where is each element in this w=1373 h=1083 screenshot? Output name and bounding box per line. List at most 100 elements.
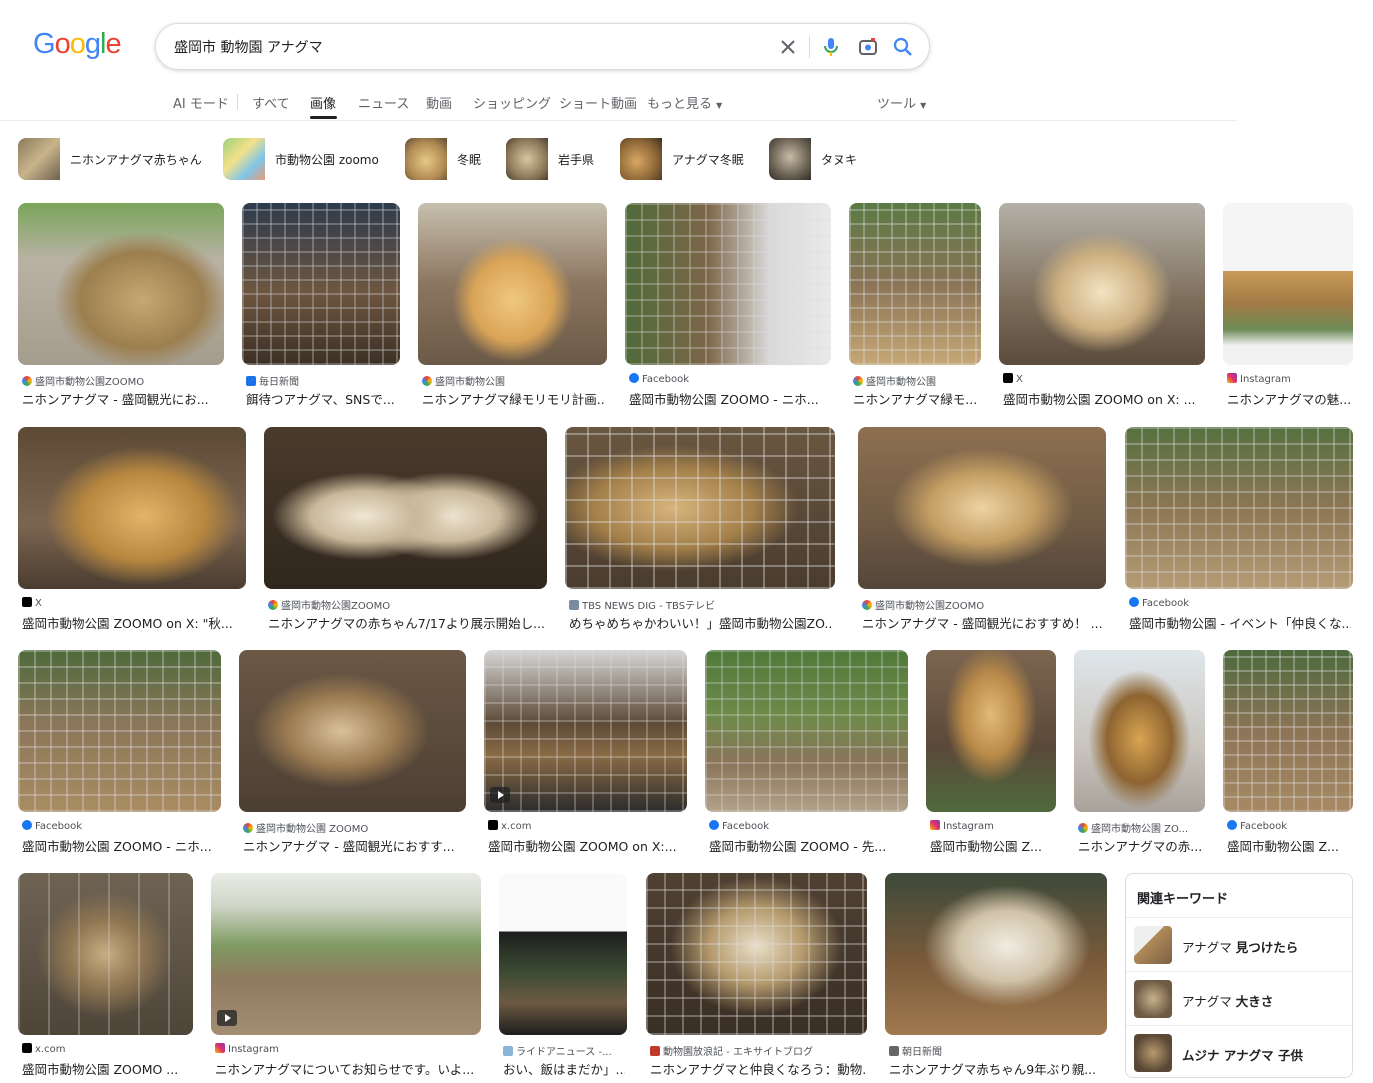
chip-suggestion[interactable]: ニホンアナグマ赤ちゃん [18,138,216,180]
result-thumbnail [484,650,687,812]
chip-thumbnail [18,138,60,180]
image-result[interactable]: Instagram ニホンアナグマについてお知らせです。いよ... [211,873,481,1078]
result-source-label: Instagram [943,821,994,832]
related-keyword-item[interactable]: アナグマ 大きさ [1126,971,1352,1025]
image-result[interactable]: 盛岡市動物公園ZOOMO ニホンアナグマ - 盛岡観光にお... [18,203,224,408]
result-thumbnail [242,203,400,365]
site-favicon [503,1046,513,1056]
site-favicon [22,376,32,386]
related-keyword-item[interactable]: ムジナ アナグマ 子供 [1126,1025,1352,1077]
chip-suggestion[interactable]: 冬眠 [405,138,496,180]
image-result[interactable]: X 盛岡市動物公園 ZOOMO on X: "秋... [18,427,246,632]
related-keyword-text: アナグマ 見つけたら [1182,937,1298,956]
tools-button[interactable]: ツール ▼ [877,93,926,112]
related-keyword-item[interactable]: アナグマ 見つけたら [1126,917,1352,971]
image-result[interactable]: 盛岡市動物公園 ZOOMO ニホンアナグマ - 盛岡観光におすす... [239,650,466,855]
result-source: 朝日新聞 [889,1043,1105,1058]
image-result[interactable]: x.com 盛岡市動物公園 ZOOMO ... [18,873,193,1078]
result-thumbnail [18,203,224,365]
image-result[interactable]: Facebook 盛岡市動物公園 ZOOMO - ニホ... [18,650,221,855]
image-result[interactable]: Facebook 盛岡市動物公園 Z... [1223,650,1353,855]
result-source: 毎日新聞 [246,373,398,388]
result-source-label: Instagram [1240,374,1291,385]
result-thumbnail [1125,427,1353,589]
clear-icon[interactable] [776,35,800,59]
chip-thumbnail [620,138,662,180]
result-source: Instagram [1227,373,1351,385]
image-result[interactable]: Facebook 盛岡市動物公園 ZOOMO - 先... [705,650,908,855]
result-source-label: 朝日新聞 [902,1047,942,1058]
image-result[interactable]: 盛岡市動物公園 ニホンアナグマ緑モリモリ計画... [418,203,607,408]
result-source: x.com [488,820,685,832]
result-title: 盛岡市動物公園 ZOOMO - ニホ... [22,839,212,854]
image-result[interactable]: 盛岡市動物公園 ZO... ニホンアナグマの赤... [1074,650,1205,855]
image-result[interactable]: 朝日新聞 ニホンアナグマ赤ちゃん9年ぶり親... [885,873,1107,1078]
image-result[interactable]: x.com 盛岡市動物公園 ZOOMO on X:... [484,650,687,855]
image-result[interactable]: TBS NEWS DIG - TBSテレビ めちゃめちゃかわいい！」盛岡市動物公… [565,427,835,632]
image-result[interactable]: Facebook 盛岡市動物公園 ZOOMO - ニホ... [625,203,831,408]
image-result[interactable]: ライドアニュース -... おい、飯はまだか」... [499,873,627,1078]
result-source-label: X [35,598,42,609]
result-source: Instagram [930,820,1054,832]
image-result[interactable]: 盛岡市動物公園ZOOMO ニホンアナグマ - 盛岡観光におすすめ！ ... [858,427,1106,632]
tab-all[interactable]: すべて [252,93,290,112]
instagram-icon [215,1043,225,1053]
tools-label: ツール [877,97,917,112]
tab-ai-mode[interactable]: AI モード [173,93,229,112]
result-title: ニホンアナグマ緑モ... [853,392,978,407]
chip-suggestion[interactable]: 岩手県 [506,138,609,180]
result-source-label: x.com [35,1044,66,1055]
chip-label: 岩手県 [558,152,595,167]
image-result[interactable]: 盛岡市動物公園ZOOMO ニホンアナグマの赤ちゃん7/17より展示開始し... [264,427,547,632]
result-title: ニホンアナグマ - 盛岡観光におすす... [243,839,455,854]
result-source-label: Facebook [35,821,82,832]
result-title: ニホンアナグマの赤... [1078,839,1203,854]
result-thumbnail [926,650,1056,812]
related-keywords-title: 関連キーワード [1137,892,1229,907]
search-input[interactable]: 盛岡市 動物園 アナグマ [174,37,323,57]
result-title: 盛岡市動物公園 ZOOMO ... [22,1062,179,1077]
keyword-prefix: アナグマ [1182,994,1236,1009]
image-result[interactable]: X 盛岡市動物公園 ZOOMO on X: ... [999,203,1205,408]
image-result[interactable]: Facebook 盛岡市動物公園 - イベント「仲良くな... [1125,427,1353,632]
image-result[interactable]: Instagram 盛岡市動物公園 Z... [926,650,1056,855]
facebook-icon [22,820,32,830]
result-thumbnail [1223,650,1353,812]
image-result[interactable]: 盛岡市動物公園 ニホンアナグマ緑モ... [849,203,981,408]
related-keywords-panel: 関連キーワード アナグマ 見つけたら アナグマ 大きさ ムジナ アナグマ 子供 [1125,873,1353,1078]
result-title: 盛岡市動物公園 ZOOMO on X: "秋... [22,616,233,631]
instagram-icon [1227,373,1237,383]
result-source: 盛岡市動物公園ZOOMO [22,373,222,388]
google-logo[interactable]: Google [33,28,122,61]
chip-label: 冬眠 [457,152,482,167]
tab-images[interactable]: 画像 [310,93,336,112]
tab-shopping[interactable]: ショッピング [473,93,551,112]
result-title: 盛岡市動物公園 ZOOMO on X:... [488,839,677,854]
tab-videos[interactable]: 動画 [426,93,452,112]
result-source-label: 盛岡市動物公園ZOOMO [875,601,985,612]
result-title: ニホンアナグマの魅... [1227,392,1351,407]
image-result[interactable]: 毎日新聞 餌待つアナグマ、SNSで... [242,203,400,408]
chip-suggestion[interactable]: 市動物公園 zoomo [223,138,393,180]
image-result[interactable]: Instagram ニホンアナグマの魅... [1223,203,1353,408]
tab-short-videos[interactable]: ショート動画 [559,93,637,112]
microphone-icon[interactable] [819,35,843,59]
search-box[interactable]: 盛岡市 動物園 アナグマ [155,23,930,70]
x-icon [1003,373,1013,383]
result-thumbnail [18,427,246,589]
lens-camera-icon[interactable] [856,35,880,59]
related-keyword-text: ムジナ アナグマ 子供 [1182,1045,1303,1064]
chip-label: ニホンアナグマ赤ちゃん [70,152,202,167]
result-thumbnail [1074,650,1205,812]
chip-suggestion[interactable]: アナグマ冬眠 [620,138,758,180]
result-thumbnail [239,650,466,812]
image-result[interactable]: 動物園放浪記 - エキサイトブログ ニホンアナグマと仲良くなろう：動物... [646,873,867,1078]
chip-label: タヌキ [821,152,858,167]
result-thumbnail [499,873,627,1035]
search-icon[interactable] [891,35,915,59]
video-play-icon [217,1010,237,1026]
tab-more[interactable]: もっと見る ▼ [647,93,722,112]
chip-suggestion[interactable]: タヌキ [769,138,872,180]
tab-news[interactable]: ニュース [358,93,409,112]
site-favicon [862,600,872,610]
